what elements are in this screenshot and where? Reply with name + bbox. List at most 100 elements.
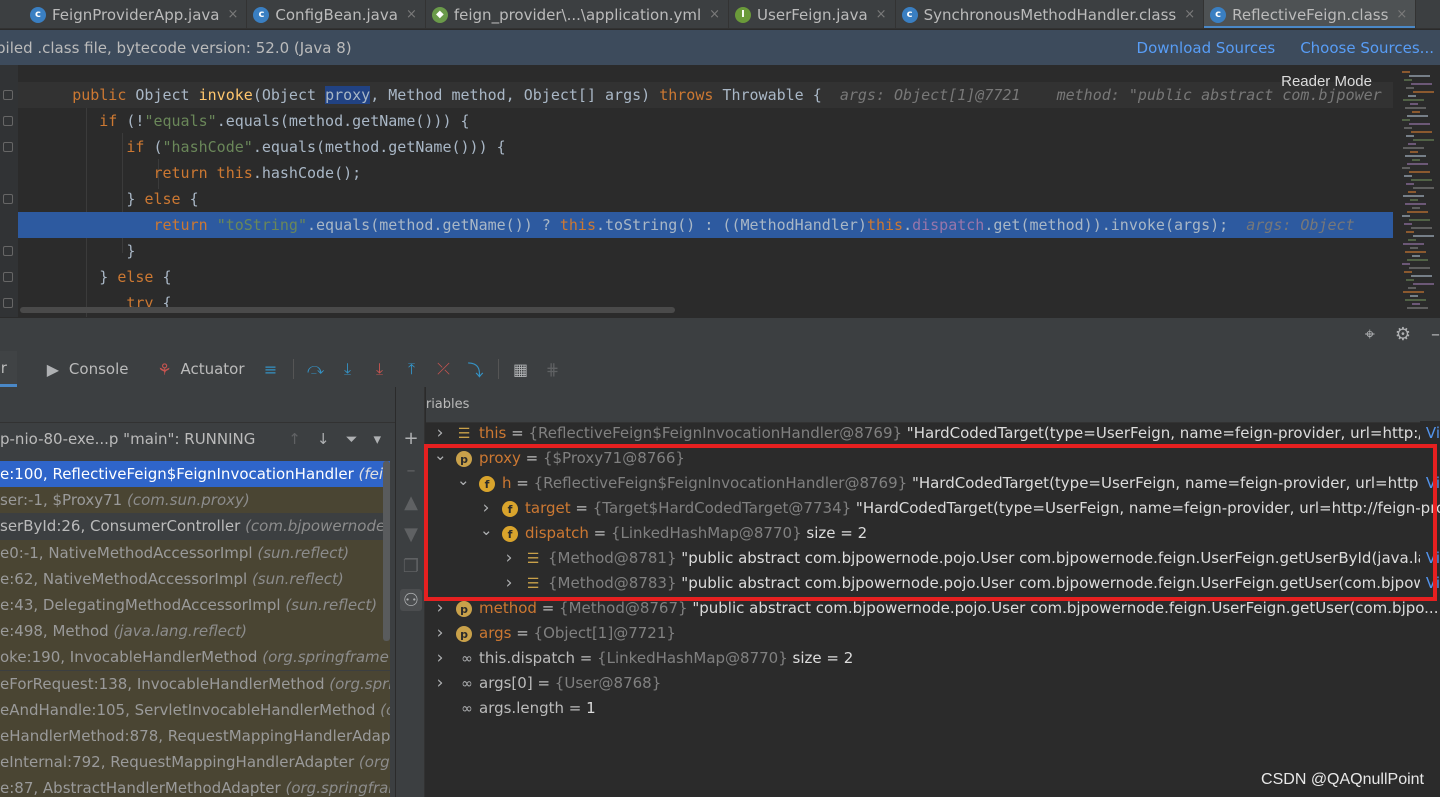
variable-row[interactable]: › ∞ args[0] = {User@8768} [426,671,1440,696]
variable-row[interactable]: ⌄ f h = {ReflectiveFeign$FeignInvocationHa… [426,471,1440,496]
variable-row[interactable]: › ☰ this = {ReflectiveFeign$FeignInvocatio… [426,421,1440,446]
close-icon[interactable]: × [876,7,887,22]
force-step-into-icon[interactable]: ⤓ [369,358,391,380]
stack-frame[interactable]: e:100, ReflectiveFeign$FeignInvocationHa… [0,461,390,487]
frames-scrollbar[interactable] [383,461,390,641]
stack-frame[interactable]: eInternal:792, RequestMappingHandlerAdap… [0,749,390,776]
drop-frame-icon[interactable]: ⤫ [433,358,455,380]
menu-icon[interactable]: ≡ [260,358,282,380]
chevron-down-icon[interactable]: ⌄ [457,471,470,496]
close-icon[interactable]: × [406,7,417,22]
variable-row[interactable]: › ∞ this.dispatch = {LinkedHashMap@8770} s… [426,646,1440,671]
stack-frame[interactable]: eAndHandle:105, ServletInvocableHandlerM… [0,696,390,723]
chevron-right-icon[interactable]: › [503,546,515,571]
chevron-down-icon[interactable]: ⌄ [434,446,447,471]
fold-marker[interactable] [3,142,13,152]
chevron-right-icon[interactable]: › [434,596,446,621]
chevron-down-icon[interactable]: ▾ [373,430,381,448]
editor-horizontal-scrollbar[interactable] [20,307,675,313]
variable-row[interactable]: › ☰ {Method@8783} "public abstract com.bjp… [426,571,1440,596]
fold-marker[interactable] [3,298,13,308]
stack-frame[interactable]: ser:-1, $Proxy71 (com.sun.proxy) [0,487,390,514]
editor-tab-label: FeignProviderApp.java [52,5,220,24]
editor-tab[interactable]: c ConfigBean.java × [247,0,426,28]
editor-minimap[interactable] [1398,65,1440,317]
fold-marker[interactable] [3,246,13,256]
view-link[interactable]: Vi [1419,546,1440,571]
chevron-down-icon[interactable]: ⌄ [480,521,493,546]
download-sources-link[interactable]: Download Sources [1137,39,1276,57]
view-link[interactable]: Vi [1419,471,1440,496]
close-icon[interactable]: × [709,7,720,22]
variable-row[interactable]: ∞ args.length = 1 [426,696,1440,721]
thread-selector[interactable]: p-nio-80-exe...p "main": RUNNING ↑ ↓ ⏷ ▾ [0,423,395,455]
fold-marker[interactable] [3,90,13,100]
evaluate-expression-icon[interactable]: ▦ [510,358,532,380]
view-link[interactable]: Vi [1419,571,1440,596]
variable-row[interactable]: › ☰ {Method@8781} "public abstract com.bjp… [426,546,1440,571]
tab-console[interactable]: ▶ Console [27,351,139,387]
stack-frame[interactable]: oke:190, InvocableHandlerMethod (org.spr… [0,644,390,671]
trace-icon[interactable]: ⋕ [542,358,564,380]
stack-frame[interactable]: eForRequest:138, InvocableHandlerMethod … [0,670,390,697]
stack-frame-package: (sun.reflect) [257,543,350,562]
variable-row[interactable]: › p method = {Method@8767} "public abstrac… [426,596,1440,621]
run-to-cursor-icon[interactable]: ⤵ [465,358,487,380]
stack-frame[interactable]: e:43, DelegatingMethodAccessorImpl (sun.… [0,592,390,618]
editor-gutter[interactable] [0,65,18,317]
code-editor[interactable]: public Object invoke(Object proxy, Metho… [0,65,1440,317]
class-icon: c [30,6,46,23]
chevron-right-icon[interactable]: › [434,671,446,696]
choose-sources-link[interactable]: Choose Sources... [1300,39,1434,57]
chevron-right-icon[interactable]: › [434,421,446,446]
stack-frame[interactable]: eHandlerMethod:878, RequestMappingHandle… [0,723,390,749]
variable-row[interactable]: ⌄ f dispatch = {LinkedHashMap@8770} size =… [426,521,1440,546]
step-into-icon[interactable]: ⤓ [337,358,359,380]
editor-tab[interactable]: c FeignProviderApp.java × [24,0,248,28]
stack-frame[interactable]: e:498, Method (java.lang.reflect) [0,618,390,645]
variable-row[interactable]: › p args = {Object[1]@7721} [426,621,1440,646]
glasses-icon[interactable]: ⚇ [400,589,422,611]
copy-icon[interactable]: ❐ [400,555,422,577]
variable-row[interactable]: ⌄ p proxy = {$Proxy71@8766} [426,446,1440,471]
variable-name: method [479,599,537,617]
fold-marker[interactable] [3,194,13,204]
close-icon[interactable]: × [1396,7,1407,22]
stack-frame[interactable]: e:62, NativeMethodAccessorImpl (sun.refl… [0,565,390,592]
arrow-up-icon[interactable]: ↑ [288,430,301,448]
filter-icon[interactable]: ⏷ [345,430,357,448]
remove-watch-icon[interactable]: – [400,459,422,481]
chevron-right-icon[interactable]: › [503,571,515,596]
chevron-right-icon[interactable]: › [480,496,492,521]
editor-tab[interactable]: c SynchronousMethodHandler.class × [896,0,1205,28]
tab-actuator[interactable]: ⚘ Actuator [138,351,254,387]
target-icon[interactable]: ⌖ [1365,324,1375,345]
chevron-right-icon[interactable]: › [434,646,446,671]
tab-debugger[interactable]: ger [0,351,17,387]
move-down-icon[interactable]: ▼ [400,523,422,545]
gear-icon[interactable]: ⚙ [1395,324,1411,345]
close-icon[interactable]: × [228,7,239,22]
arrow-down-icon[interactable]: ↓ [317,430,330,448]
stack-frame[interactable]: serById:26, ConsumerController (com.bjpo… [0,513,390,539]
stack-frame[interactable]: e0:-1, NativeMethodAccessorImpl (sun.ref… [0,539,390,566]
variable-row[interactable]: › f target = {Target$HardCodedTarget@7734}… [426,496,1440,521]
editor-tab[interactable]: I UserFeign.java × [729,0,896,28]
view-link[interactable]: Vi [1419,421,1440,446]
parameter-icon: p [456,451,472,467]
editor-tab[interactable]: c ReflectiveFeign.class × [1204,0,1417,28]
fold-marker[interactable] [3,272,13,282]
step-over-icon[interactable]: ⤼ [305,358,327,380]
minimize-icon[interactable]: – [1431,324,1440,345]
step-out-icon[interactable]: ⤒ [401,358,423,380]
add-watch-icon[interactable]: + [400,427,422,449]
chevron-right-icon[interactable]: › [434,621,446,646]
variable-value: size = 2 [801,524,868,542]
stack-frame[interactable]: e:87, AbstractHandlerMethodAdapter (org.… [0,775,390,797]
reader-mode-button[interactable]: Reader Mode [1281,73,1372,90]
tab-debugger-label: ger [0,358,7,377]
editor-tab[interactable]: ◆ feign_provider\...\application.yml × [426,0,730,28]
fold-marker[interactable] [3,116,13,126]
move-up-icon[interactable]: ▲ [400,491,422,513]
close-icon[interactable]: × [1184,7,1195,22]
